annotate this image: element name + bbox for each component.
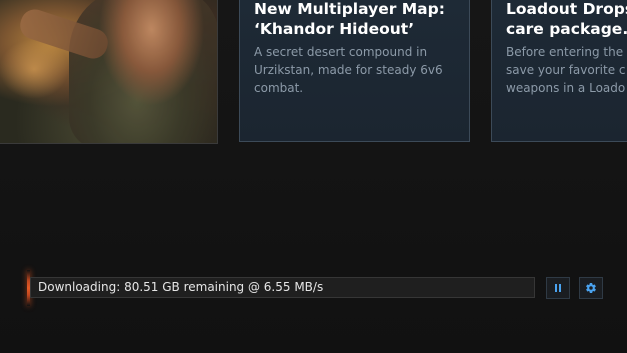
launcher-view: New Multiplayer Map: ‘Khandor Hideout’ A… — [0, 0, 627, 353]
news-card-khandor-hideout[interactable]: New Multiplayer Map: ‘Khandor Hideout’ A… — [239, 0, 470, 142]
download-progress-bar: Downloading: 80.51 GB remaining @ 6.55 M… — [30, 277, 535, 298]
news-card-description: A secret desert compound in Urzikstan, m… — [254, 45, 443, 95]
hero-image-card[interactable] — [0, 0, 218, 144]
news-card-title: Loadout Drops. care package. — [506, 0, 627, 38]
news-card-title: New Multiplayer Map: ‘Khandor Hideout’ — [254, 0, 445, 38]
pause-icon — [555, 284, 561, 292]
news-card-description: Before entering the save your favorite c… — [506, 45, 626, 95]
download-status-text: Downloading: 80.51 GB remaining @ 6.55 M… — [38, 280, 324, 294]
pause-download-button[interactable] — [546, 277, 570, 299]
download-settings-button[interactable] — [579, 277, 603, 299]
news-card-loadout-drops[interactable]: Loadout Drops. care package. Before ente… — [491, 0, 627, 142]
soldier-artwork — [69, 0, 217, 143]
gear-icon — [585, 282, 597, 294]
